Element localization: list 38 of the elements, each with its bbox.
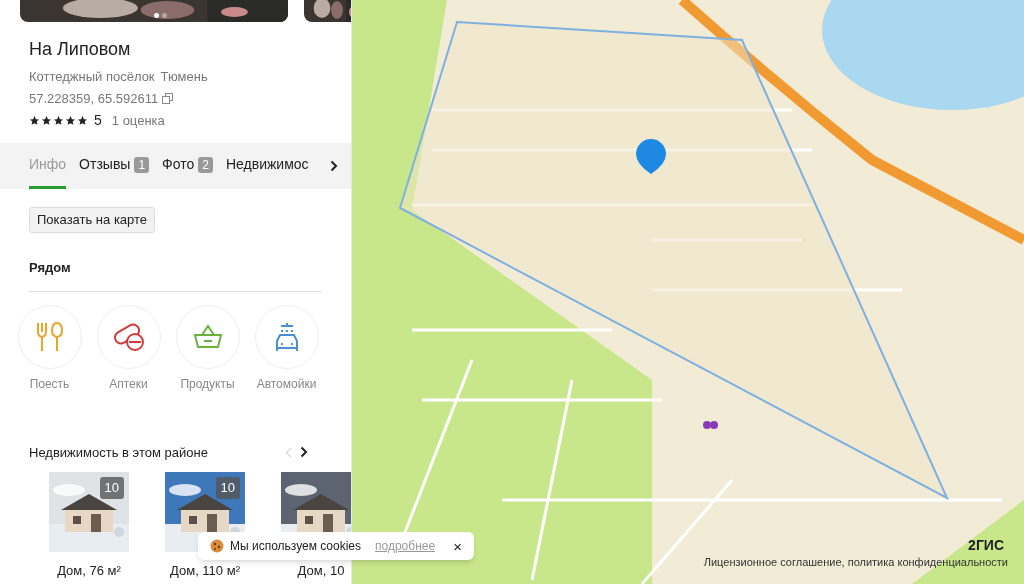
section-heading: Недвижимость в этом районе	[29, 443, 208, 462]
pills-icon	[111, 321, 146, 352]
category-label: Автомойки	[256, 375, 317, 393]
chevron-left-icon	[285, 446, 292, 458]
listing-title: Дом, 110 м²	[170, 562, 240, 580]
place-title: На Липовом	[29, 38, 132, 61]
listing-title: Дом, 76 м²	[57, 562, 121, 580]
photo-count-badge: 10	[215, 477, 240, 499]
chevron-right-icon	[300, 446, 308, 459]
basket-icon	[192, 323, 223, 350]
tab[interactable]: Отзывы 1	[79, 143, 150, 189]
star-icon	[65, 115, 76, 126]
photo-count-badge: 10	[99, 477, 124, 499]
section-heading: Рядом	[29, 260, 71, 275]
star-icon	[41, 115, 52, 126]
category-label: Продукты	[180, 375, 235, 393]
copy-icon[interactable]	[162, 92, 174, 104]
count-badge: 1	[134, 156, 150, 173]
cookie-message: Мы используем cookies	[230, 538, 361, 555]
category-label: Поесть	[29, 375, 70, 393]
rating-value: 5	[94, 111, 102, 130]
count-badge: 2	[198, 156, 213, 173]
star-icon	[53, 115, 64, 126]
place-city: Тюмень	[160, 68, 208, 86]
chevron-right-icon	[330, 160, 338, 172]
next-button[interactable]	[300, 446, 308, 459]
tab[interactable]: Фото 2	[162, 143, 213, 189]
rating-count: 1 оценка	[111, 111, 165, 130]
cookie-icon	[210, 539, 224, 553]
tab[interactable]: Недвижимос	[225, 143, 309, 189]
category-label: Аптеки	[109, 375, 148, 393]
star-icon	[77, 115, 88, 126]
cutlery-icon	[34, 320, 65, 353]
place-category: Коттеджный посёлок	[29, 68, 155, 86]
show-on-map-button[interactable]: Показать на карте	[29, 207, 156, 233]
listing-title: Дом, 10	[297, 562, 345, 580]
coordinates: 57.228359, 65.592611	[29, 89, 159, 108]
star-icon	[29, 115, 40, 126]
